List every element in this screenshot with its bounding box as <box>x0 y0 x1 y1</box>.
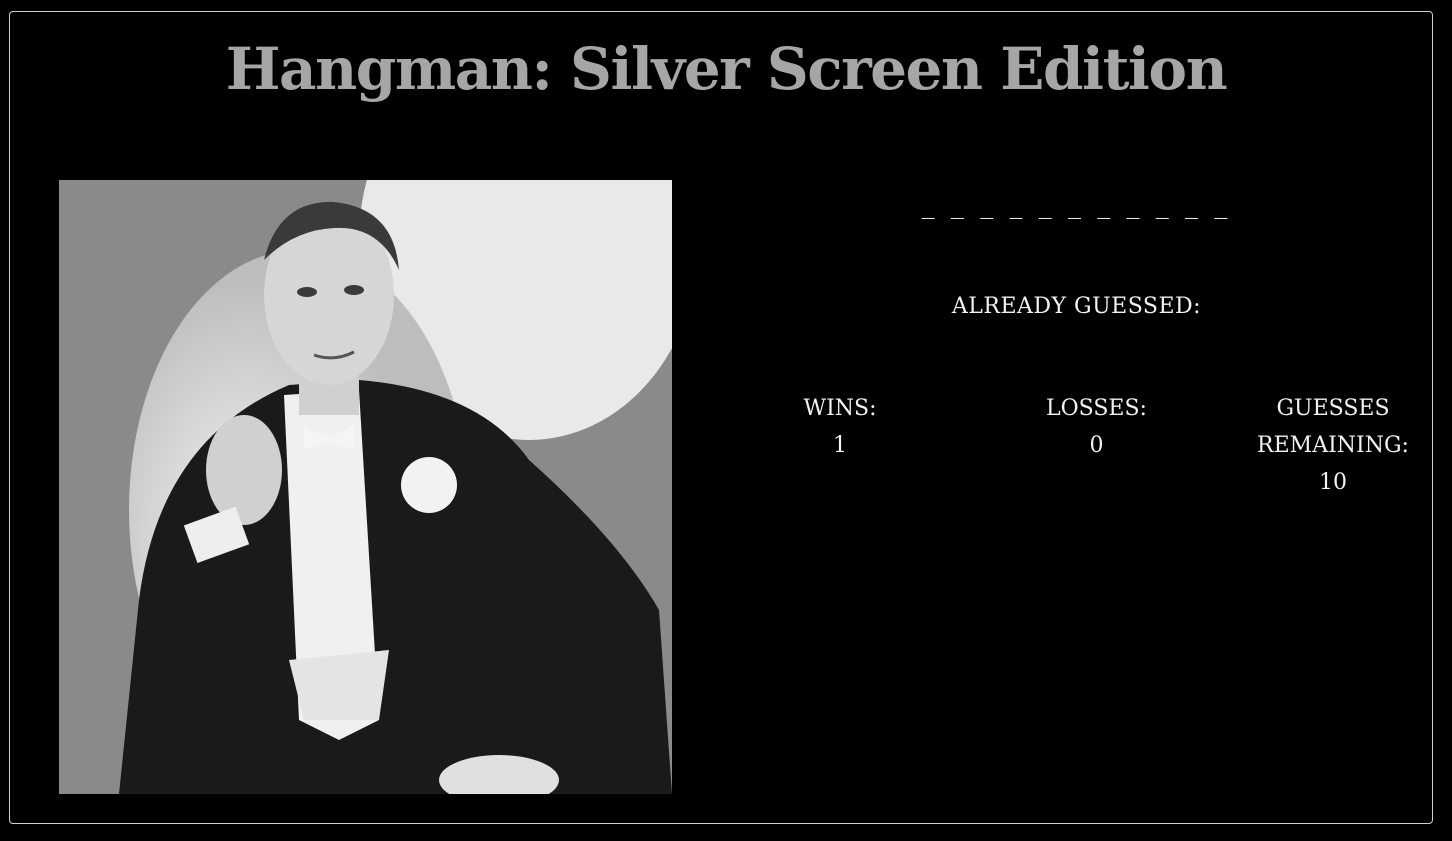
stats-panel: WINS: 1 LOSSES: 0 GUESSES REMAINING: 10 <box>720 390 1433 501</box>
already-guessed-label: ALREADY GUESSED: <box>951 294 1202 319</box>
losses-label: LOSSES: <box>1046 396 1147 421</box>
losses-stat: LOSSES: 0 <box>977 390 1217 501</box>
losses-value: 0 <box>1089 433 1104 458</box>
page-title: Hangman: Silver Screen Edition <box>225 35 1228 103</box>
wins-label: WINS: <box>803 396 877 421</box>
guesses-remaining-stat: GUESSES REMAINING: 10 <box>1233 390 1433 501</box>
movie-star-photo <box>59 180 672 794</box>
guesses-remaining-label: GUESSES REMAINING: <box>1257 396 1409 458</box>
guesses-remaining-value: 10 <box>1319 470 1347 495</box>
word-blanks: _ _ _ _ _ _ _ _ _ _ _ <box>921 190 1232 220</box>
wins-stat: WINS: 1 <box>720 390 960 501</box>
wins-value: 1 <box>833 433 847 458</box>
